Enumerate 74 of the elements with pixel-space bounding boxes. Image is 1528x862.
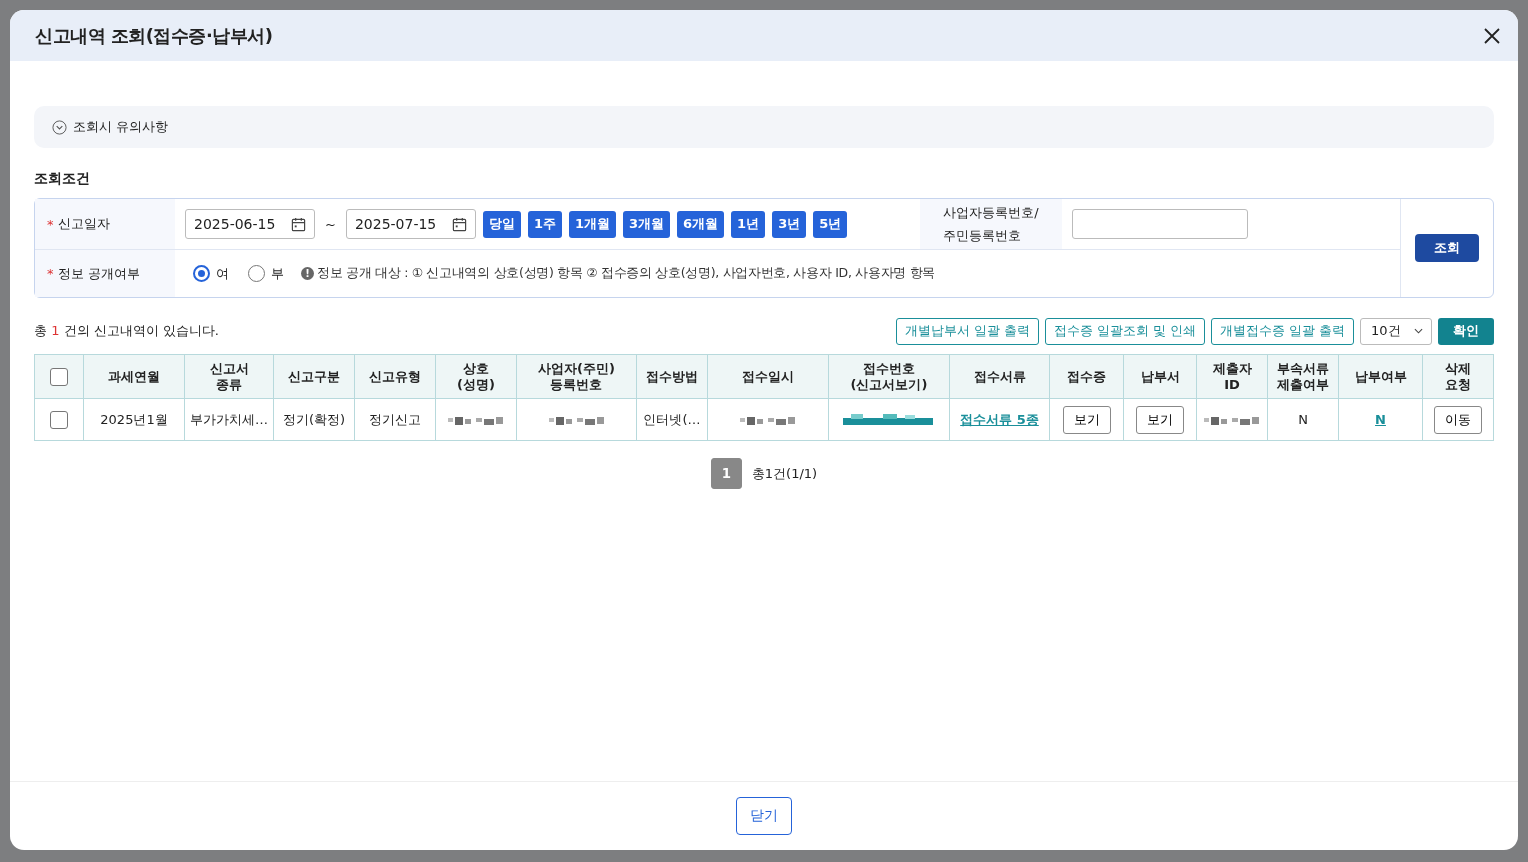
redacted-text (1202, 415, 1262, 426)
table-cell: 정기신고 (369, 411, 421, 427)
redacted-text (738, 415, 798, 426)
row-checkbox[interactable] (50, 410, 68, 429)
column-header: 납부여부 (1354, 368, 1407, 385)
required-mark: * (47, 216, 54, 232)
column-header: 부속서류 제출여부 (1277, 360, 1329, 393)
notice-panel[interactable]: 조회시 유의사항 (34, 106, 1494, 148)
radio-label: 부 (271, 264, 284, 283)
id-number-field[interactable] (1072, 209, 1248, 239)
caret-icon (1414, 328, 1423, 334)
column-header: 접수방법 (646, 368, 698, 385)
table-link[interactable]: N (1375, 412, 1386, 427)
page-info: 총1건(1/1) (751, 464, 818, 483)
info-text: 정보 공개 대상 : ① 신고내역의 상호(성명) 항목 ② 접수증의 상호(성명), 사업자번호, 사용자 ID, 사용자명 항목 (317, 265, 936, 282)
column-header: 과세연월 (108, 368, 160, 385)
date-field[interactable]: 2025-07-15 (345, 209, 476, 239)
calendar-icon[interactable] (291, 216, 306, 232)
radio-button[interactable] (248, 265, 265, 282)
info-icon: ! (301, 267, 314, 280)
close-icon[interactable] (1482, 25, 1502, 46)
result-summary: 총 1 건의 신고내역이 있습니다. (34, 322, 219, 340)
redacted-link[interactable] (843, 413, 935, 428)
confirm-button[interactable]: 확인 (1438, 317, 1494, 345)
column-header: 사업자(주민) 등록번호 (538, 360, 615, 393)
range-separator: ~ (325, 216, 336, 232)
view-button[interactable]: 보기 (1062, 405, 1111, 434)
redacted-text (546, 415, 607, 426)
page-button[interactable]: 1 (710, 458, 742, 489)
view-button[interactable]: 보기 (1136, 405, 1184, 434)
radio-label: 여 (216, 264, 229, 283)
column-header: 상호 (성명) (457, 360, 495, 393)
period-button[interactable]: 1개월 (568, 210, 616, 238)
dialog-title: 신고내역 조회(접수증·납부서) (35, 23, 273, 48)
column-header: 신고유형 (369, 368, 421, 385)
radio-button[interactable] (193, 265, 210, 282)
field-label: 정보 공개여부 (57, 264, 140, 283)
period-button[interactable]: 3개월 (623, 210, 671, 238)
calendar-icon[interactable] (451, 216, 467, 232)
field-label: 신고일자 (57, 215, 110, 233)
period-button[interactable]: 당일 (482, 210, 521, 238)
page-size-select[interactable]: 10건 (1360, 317, 1432, 345)
column-header: 삭제 요청 (1445, 360, 1471, 393)
column-header: 신고서 종류 (209, 360, 249, 393)
period-button[interactable]: 5년 (813, 210, 848, 238)
required-mark: * (47, 266, 54, 281)
action-button[interactable]: 접수증 일괄조회 및 인쇄 (1045, 317, 1206, 345)
table-cell: 2025년1월 (100, 411, 168, 427)
date-field[interactable]: 2025-06-15 (185, 209, 315, 239)
notice-label: 조회시 유의사항 (73, 118, 169, 136)
period-button[interactable]: 1주 (527, 210, 562, 238)
column-header: 접수서류 (973, 368, 1026, 385)
column-header: 접수일시 (742, 368, 794, 385)
column-header: 제출자 ID (1212, 360, 1252, 393)
action-button[interactable]: 개별납부서 일괄 출력 (896, 317, 1040, 345)
period-button[interactable]: 1년 (731, 210, 766, 238)
table-cell: 부가가치세… (190, 411, 268, 427)
period-button[interactable]: 3년 (772, 210, 807, 238)
table-cell: 정기(확정) (282, 411, 346, 427)
action-button[interactable]: 개별접수증 일괄 출력 (1211, 317, 1354, 345)
select-all-checkbox[interactable] (50, 367, 68, 386)
column-header: 접수증 (1067, 368, 1106, 385)
close-button[interactable]: 닫기 (736, 797, 792, 835)
section-title: 조회조건 (34, 170, 91, 188)
search-button[interactable]: 조회 (1415, 234, 1479, 262)
column-header: 접수번호 (신고서보기) (850, 360, 928, 393)
column-header: 납부서 (1140, 368, 1180, 385)
period-button[interactable]: 6개월 (677, 210, 725, 238)
field-label: 사업자등록번호/ 주민등록번호 (943, 204, 1039, 245)
redacted-text (446, 415, 506, 426)
column-header: 신고구분 (288, 368, 340, 385)
table-cell: N (1298, 412, 1308, 427)
view-button[interactable]: 이동 (1434, 405, 1482, 434)
table-cell: 인터넷(… (643, 411, 701, 427)
